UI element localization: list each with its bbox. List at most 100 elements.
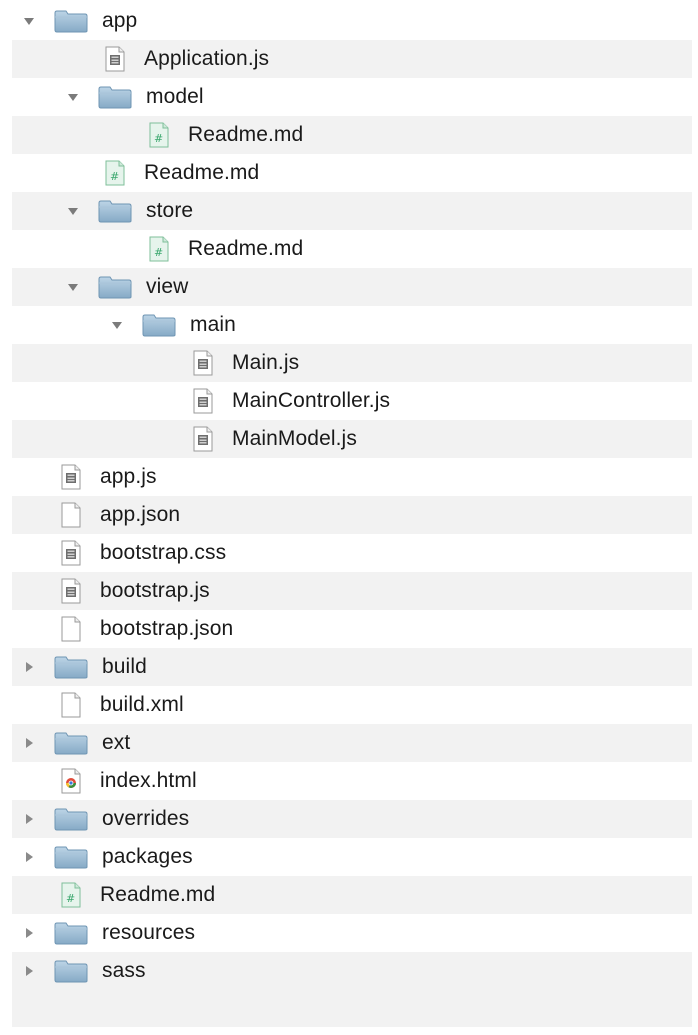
tree-item-label: sass (102, 959, 146, 982)
tree-item-label: main (190, 313, 236, 336)
tree-item-label: app.js (100, 465, 157, 488)
tree-file-row[interactable]: app.js (12, 458, 692, 496)
tree-file-row[interactable]: Application.js (12, 40, 692, 78)
folder-icon (98, 199, 132, 223)
disclosure-collapsed-icon[interactable] (22, 914, 36, 952)
disclosure-collapsed-icon[interactable] (22, 800, 36, 838)
css-file-icon (60, 540, 82, 566)
svg-text:#: # (66, 892, 75, 905)
tree-item-label: Main.js (232, 351, 300, 374)
js-file-icon (60, 578, 82, 604)
tree-folder-row[interactable]: ext (12, 724, 692, 762)
disclosure-expanded-icon[interactable] (110, 306, 124, 344)
tree-item-label: bootstrap.css (100, 541, 227, 564)
tree-item-label: MainController.js (232, 389, 391, 412)
tree-item-label: bootstrap.js (100, 579, 210, 602)
tree-file-row[interactable]: build.xml (12, 686, 692, 724)
disclosure-expanded-icon[interactable] (66, 78, 80, 116)
tree-folder-row[interactable]: model (12, 78, 692, 116)
tree-folder-row[interactable]: overrides (12, 800, 692, 838)
tree-file-row[interactable]: # Readme.md (12, 230, 692, 268)
blank-file-icon (60, 692, 82, 718)
folder-icon (98, 275, 132, 299)
tree-file-row[interactable]: app.json (12, 496, 692, 534)
tree-file-row[interactable]: index.html (12, 762, 692, 800)
tree-folder-row[interactable]: view (12, 268, 692, 306)
tree-folder-row[interactable]: main (12, 306, 692, 344)
disclosure-expanded-icon[interactable] (66, 268, 80, 306)
tree-file-row[interactable]: # Readme.md (12, 154, 692, 192)
tree-empty-area (12, 990, 692, 1027)
tree-item-label: bootstrap.json (100, 617, 234, 640)
tree-folder-row[interactable]: resources (12, 914, 692, 952)
tree-item-label: view (146, 275, 189, 298)
disclosure-collapsed-icon[interactable] (22, 648, 36, 686)
tree-folder-row[interactable]: packages (12, 838, 692, 876)
tree-item-label: Application.js (144, 47, 270, 70)
tree-item-label: resources (102, 921, 196, 944)
markdown-file-icon: # (148, 122, 170, 148)
tree-item-label: build (102, 655, 147, 678)
tree-file-row[interactable]: bootstrap.css (12, 534, 692, 572)
tree-item-label: model (146, 85, 204, 108)
tree-item-label: Readme.md (100, 883, 216, 906)
folder-icon (54, 731, 88, 755)
tree-item-label: build.xml (100, 693, 184, 716)
tree-folder-row[interactable]: build (12, 648, 692, 686)
folder-icon (98, 85, 132, 109)
tree-item-label: MainModel.js (232, 427, 357, 450)
folder-icon (142, 313, 176, 337)
tree-item-label: index.html (100, 769, 197, 792)
tree-file-row[interactable]: bootstrap.json (12, 610, 692, 648)
markdown-file-icon: # (60, 882, 82, 908)
svg-text:#: # (154, 132, 163, 145)
disclosure-expanded-icon[interactable] (22, 2, 36, 40)
tree-file-row[interactable]: # Readme.md (12, 876, 692, 914)
tree-file-row[interactable]: Main.js (12, 344, 692, 382)
svg-text:#: # (110, 170, 119, 183)
tree-folder-row[interactable]: app (12, 2, 692, 40)
js-file-icon (104, 46, 126, 72)
disclosure-collapsed-icon[interactable] (22, 724, 36, 762)
disclosure-collapsed-icon[interactable] (22, 838, 36, 876)
disclosure-expanded-icon[interactable] (66, 192, 80, 230)
js-file-icon (60, 464, 82, 490)
disclosure-collapsed-icon[interactable] (22, 952, 36, 990)
markdown-file-icon: # (148, 236, 170, 262)
blank-file-icon (60, 616, 82, 642)
folder-icon (54, 845, 88, 869)
tree-item-label: Readme.md (188, 237, 304, 260)
tree-file-row[interactable]: # Readme.md (12, 116, 692, 154)
tree-item-label: packages (102, 845, 193, 868)
tree-folder-row[interactable]: sass (12, 952, 692, 990)
js-file-icon (192, 388, 214, 414)
markdown-file-icon: # (104, 160, 126, 186)
tree-folder-row[interactable]: store (12, 192, 692, 230)
folder-icon (54, 9, 88, 33)
tree-file-row[interactable]: bootstrap.js (12, 572, 692, 610)
html-file-icon (60, 768, 82, 794)
file-tree: app Application.js model # Readme.md # Rea… (0, 0, 698, 1035)
tree-item-label: Readme.md (188, 123, 304, 146)
tree-item-label: app (102, 9, 138, 32)
tree-item-label: ext (102, 731, 131, 754)
tree-item-label: Readme.md (144, 161, 260, 184)
tree-item-label: app.json (100, 503, 181, 526)
tree-file-row[interactable]: MainModel.js (12, 420, 692, 458)
tree-file-row[interactable]: MainController.js (12, 382, 692, 420)
folder-icon (54, 807, 88, 831)
folder-icon (54, 921, 88, 945)
js-file-icon (192, 350, 214, 376)
